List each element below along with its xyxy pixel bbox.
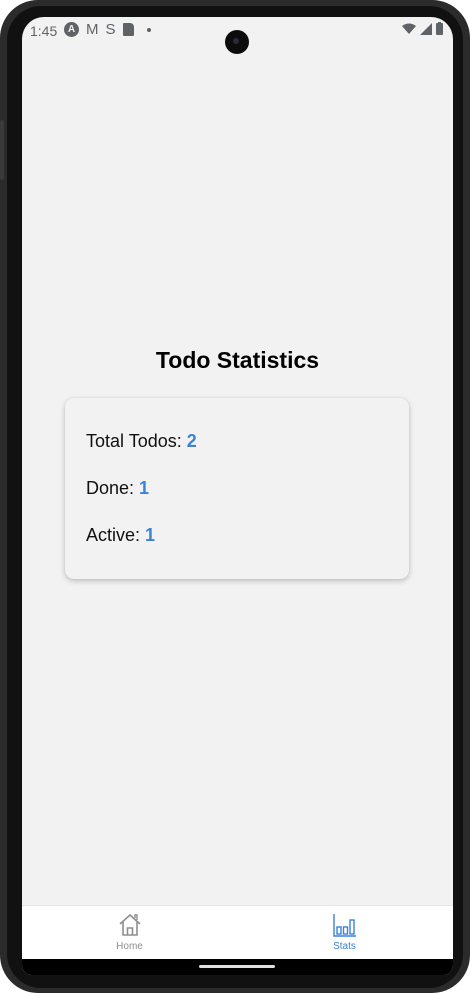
notification-icons: A M S (64, 21, 151, 38)
status-time: 1:45 (30, 23, 58, 39)
home-icon (118, 914, 141, 936)
front-camera (225, 30, 249, 54)
volume-button (0, 120, 4, 180)
stat-active: Active: 1 (86, 525, 155, 546)
cell-signal-icon (420, 22, 432, 35)
stat-total-todos: Total Todos: 2 (86, 431, 197, 452)
battery-icon (436, 22, 443, 35)
tab-home[interactable]: Home (22, 906, 237, 960)
sd-card-icon (122, 23, 134, 36)
bottom-tab-bar: Home Stats (22, 905, 453, 960)
tab-home-label: Home (116, 941, 143, 952)
stat-total-value: 2 (186, 431, 197, 451)
wifi-icon (402, 23, 416, 34)
system-navigation-bar (22, 959, 453, 975)
system-icons (402, 22, 443, 35)
device-frame: 1:45 A M S Todo Statistics Total Todos: … (0, 0, 470, 993)
gesture-home-indicator[interactable] (199, 965, 275, 968)
stat-done-label: Done: (86, 478, 140, 498)
stat-active-value: 1 (145, 525, 156, 545)
stats-card: Total Todos: 2 Done: 1 Active: 1 (65, 398, 409, 579)
page-title: Todo Statistics (155, 347, 320, 373)
sync-icon: S (105, 21, 116, 38)
stat-done-value: 1 (139, 478, 150, 498)
stat-done: Done: 1 (86, 478, 149, 499)
more-notifications-dot-icon (146, 27, 151, 32)
app-notification-icon: A (64, 22, 79, 37)
app-screen: 1:45 A M S Todo Statistics Total Todos: … (22, 17, 453, 975)
bar-chart-icon (332, 914, 356, 937)
tab-stats-label: Stats (333, 941, 356, 952)
gmail-icon: M (86, 21, 99, 38)
tab-stats[interactable]: Stats (237, 906, 452, 960)
stat-total-label: Total Todos: (86, 431, 187, 451)
stat-active-label: Active: (86, 525, 146, 545)
